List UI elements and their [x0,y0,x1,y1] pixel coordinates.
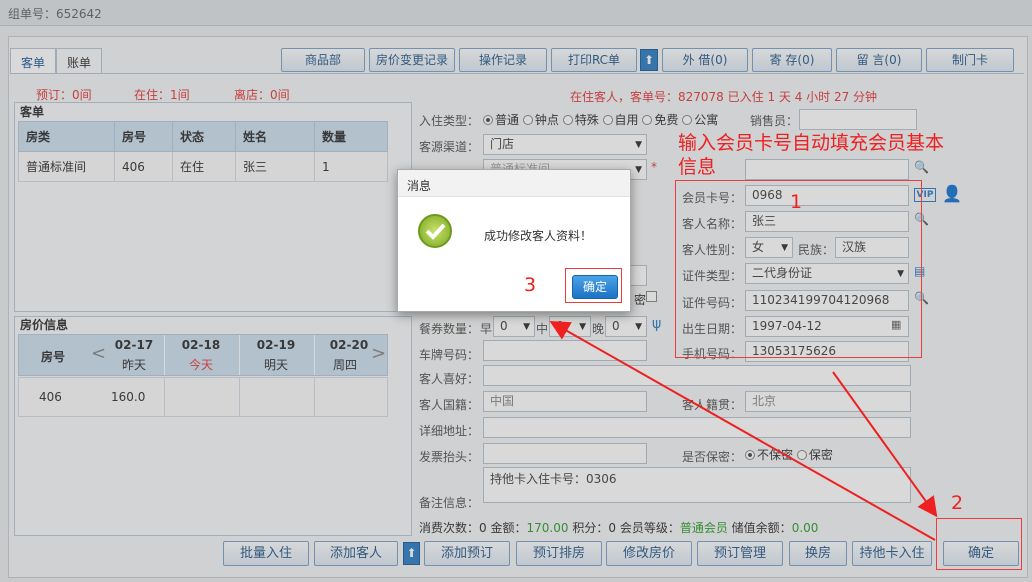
annotation-arrows [549,321,938,541]
